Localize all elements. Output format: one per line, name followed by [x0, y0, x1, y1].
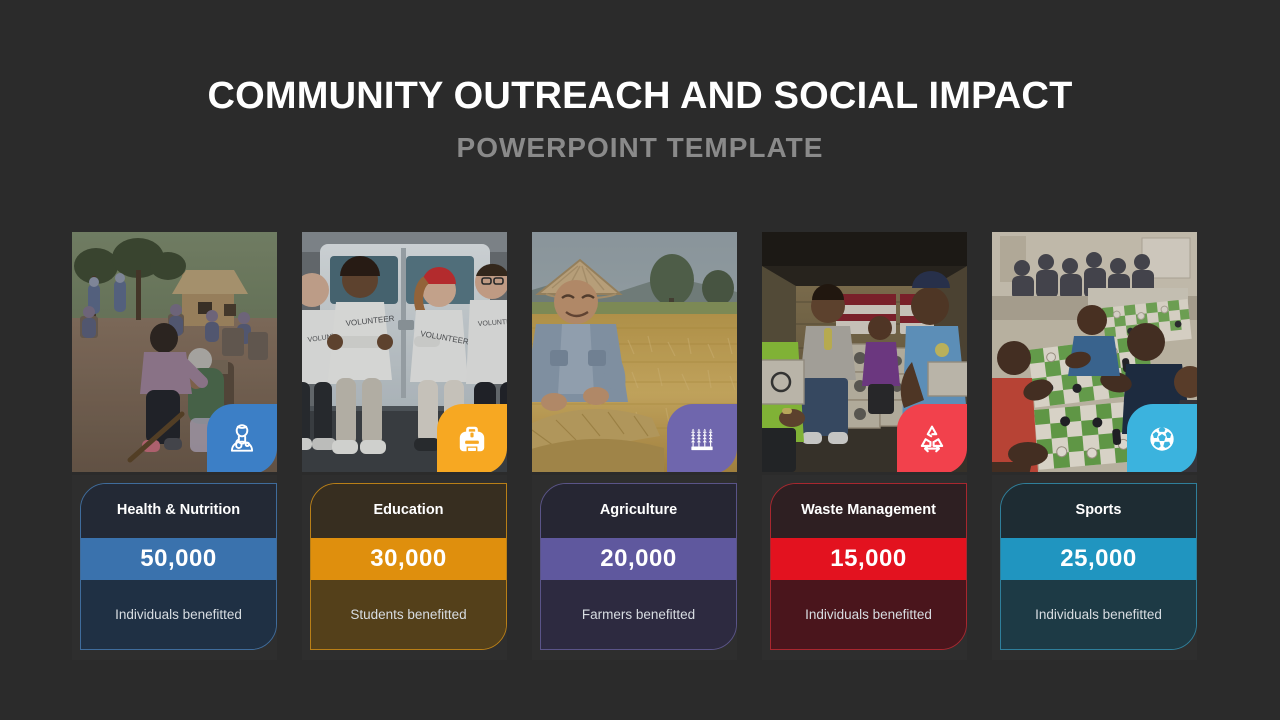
stat-card-value: 30,000: [311, 538, 506, 580]
wheat-icon: [685, 422, 719, 456]
soccer-ball-icon: [1145, 422, 1179, 456]
stat-card-title: Health & Nutrition: [81, 484, 276, 538]
chess-tournament-photo: [992, 232, 1197, 472]
slide-canvas: COMMUNITY OUTREACH AND SOCIAL IMPACT POW…: [0, 0, 1280, 720]
stat-card-title: Sports: [1001, 484, 1196, 538]
doctor-icon-badge[interactable]: [207, 404, 277, 472]
page-subtitle: POWERPOINT TEMPLATE: [456, 131, 824, 163]
stat-panel: Health & Nutrition 50,000 Individuals be…: [72, 475, 277, 660]
recycle-icon: [915, 422, 949, 456]
stat-card-subtitle: Individuals benefitted: [1001, 580, 1196, 649]
stat-panel: Agriculture 20,000 Farmers benefitted: [532, 475, 737, 660]
stat-card-value: 20,000: [541, 538, 736, 580]
stat-panel: Sports 25,000 Individuals benefitted: [992, 475, 1197, 660]
stat-card[interactable]: Waste Management 15,000 Individuals bene…: [762, 232, 967, 660]
recycle-icon-badge[interactable]: [897, 404, 967, 472]
stat-card-subtitle: Individuals benefitted: [81, 580, 276, 649]
doctor-icon: [225, 422, 259, 456]
stat-card-title: Agriculture: [541, 484, 736, 538]
stat-card-title: Waste Management: [771, 484, 966, 538]
stat-panel: Waste Management 15,000 Individuals bene…: [762, 475, 967, 660]
relief-supplies-truck-photo: [762, 232, 967, 472]
backpack-icon: [455, 422, 489, 456]
stat-card[interactable]: Agriculture 20,000 Farmers benefitted: [532, 232, 737, 660]
stat-card-subtitle: Individuals benefitted: [771, 580, 966, 649]
rice-harvest-farmer-photo: [532, 232, 737, 472]
stat-card-subtitle: Farmers benefitted: [541, 580, 736, 649]
stat-panel: Education 30,000 Students benefitted: [302, 475, 507, 660]
soccer-ball-icon-badge[interactable]: [1127, 404, 1197, 472]
backpack-icon-badge[interactable]: [437, 404, 507, 472]
stat-card-value: 50,000: [81, 538, 276, 580]
slide-header: COMMUNITY OUTREACH AND SOCIAL IMPACT POW…: [0, 0, 1280, 164]
stat-card-title: Education: [311, 484, 506, 538]
stat-card-value: 15,000: [771, 538, 966, 580]
stat-card[interactable]: Health & Nutrition 50,000 Individuals be…: [72, 232, 277, 660]
stat-card[interactable]: VOLUNTEER VOLUNTEER VOLUNTEER Education …: [302, 232, 507, 660]
volunteers-van-photo: VOLUNTEER VOLUNTEER VOLUNTEER: [302, 232, 507, 472]
stat-card-subtitle: Students benefitted: [311, 580, 506, 649]
wheat-icon-badge[interactable]: [667, 404, 737, 472]
stat-card-row: Health & Nutrition 50,000 Individuals be…: [72, 232, 1208, 660]
page-title: COMMUNITY OUTREACH AND SOCIAL IMPACT: [207, 75, 1073, 117]
community-health-outreach-photo: [72, 232, 277, 472]
stat-card-value: 25,000: [1001, 538, 1196, 580]
stat-card[interactable]: Sports 25,000 Individuals benefitted: [992, 232, 1197, 660]
